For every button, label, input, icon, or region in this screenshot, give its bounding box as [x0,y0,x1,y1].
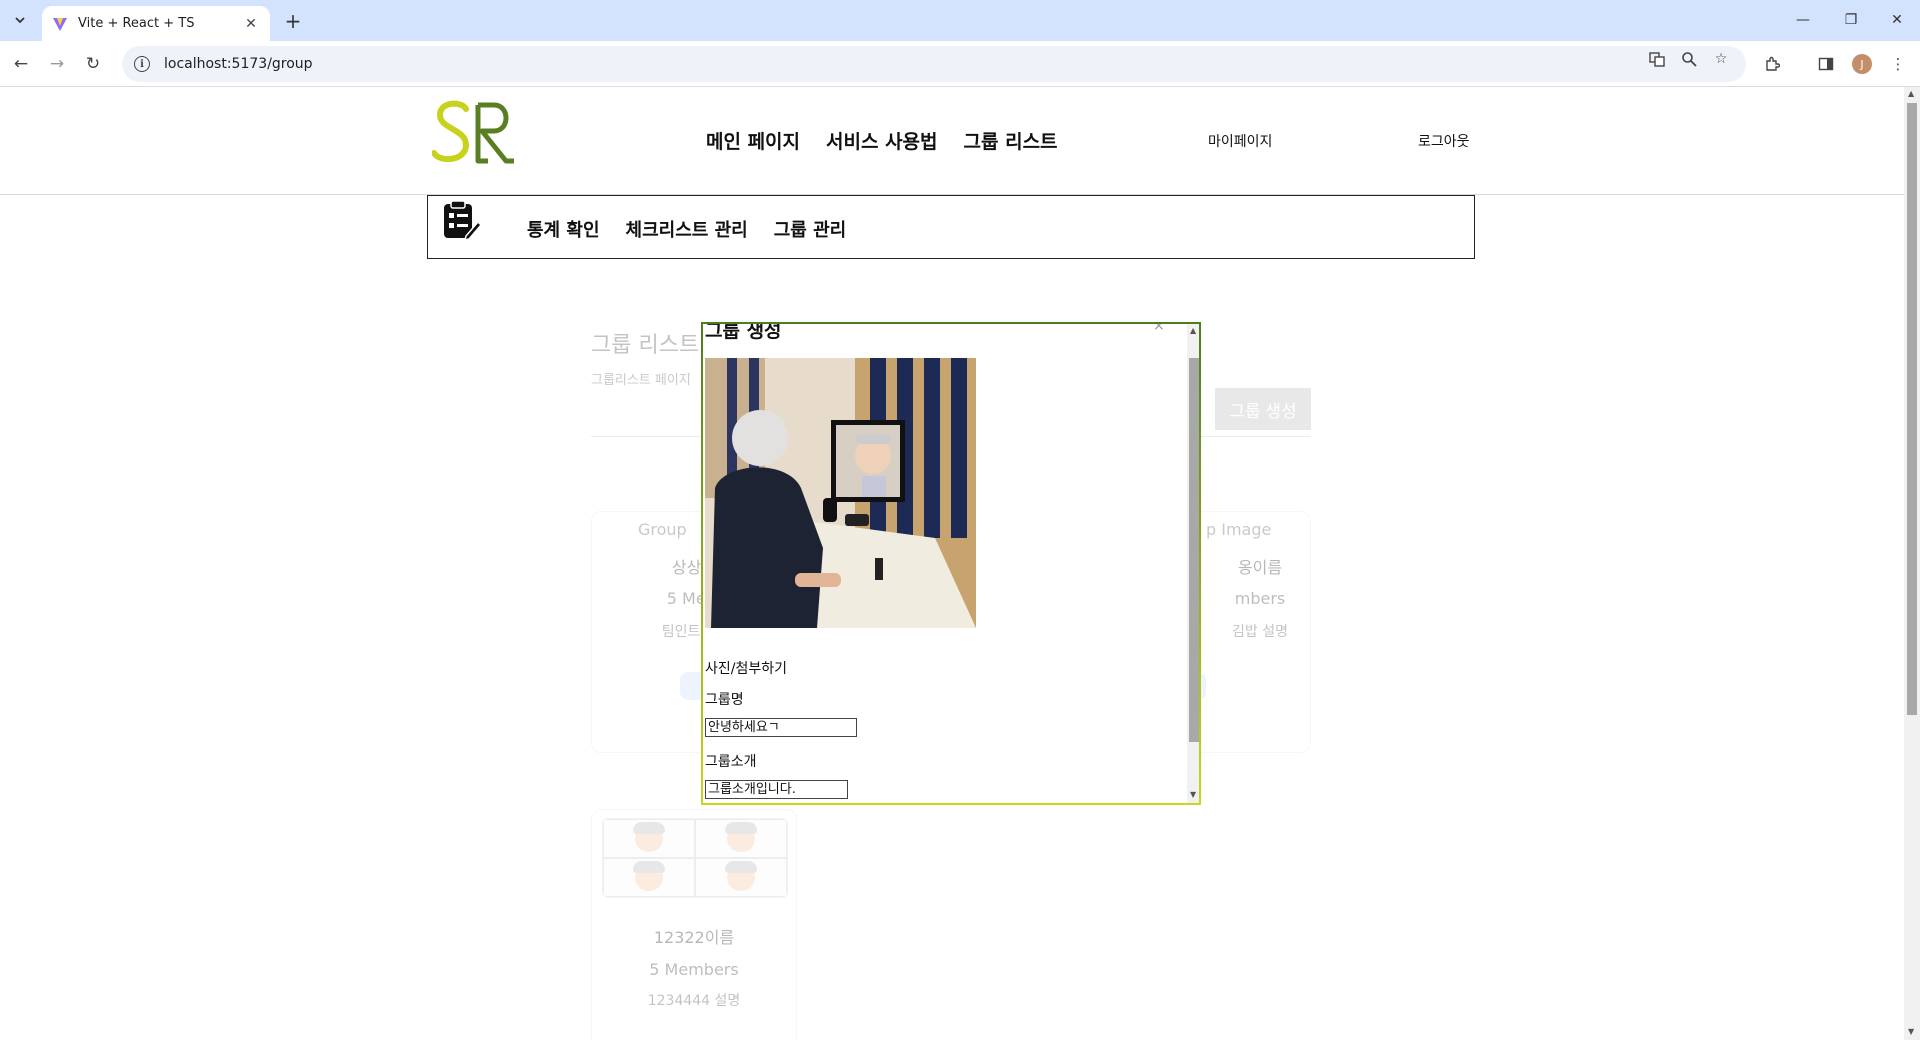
scroll-up-icon[interactable]: ▲ [1190,326,1196,335]
modal-close-icon[interactable]: × [1153,324,1165,334]
translate-icon[interactable] [1648,50,1666,68]
page-viewport: 메인 페이지 서비스 사용법 그룹 리스트 마이페이지 로그아웃 통계 확인 체… [0,87,1904,1040]
reload-icon[interactable]: ↻ [80,51,106,77]
zoom-icon[interactable] [1680,50,1698,68]
group-intro-label: 그룹소개 [705,754,757,770]
tab-title: Vite + React + TS [78,16,195,31]
new-tab-icon[interactable]: + [280,8,306,34]
vite-logo-icon [53,17,67,31]
page-scroll-thumb[interactable] [1907,103,1917,715]
scroll-down-icon[interactable]: ▼ [1190,790,1196,799]
sr-logo[interactable] [432,99,516,167]
group-image-alt: p Image [1206,520,1272,539]
browser-tab[interactable]: Vite + React + TS ✕ [42,6,270,41]
modal-title: 그룹 생성 [705,324,782,342]
tab-search-chevron-icon[interactable] [8,8,32,32]
group-intro-input[interactable]: 그룹소개입니다. [705,780,848,799]
member-avatar [603,858,695,897]
extensions-icon[interactable] [1762,54,1782,74]
group-card[interactable]: 12322이름 5 Members 1234444 설명 [591,809,797,1040]
subnav-group-manage[interactable]: 그룹 관리 [774,216,847,242]
url-text[interactable]: localhost:5173/group [164,56,313,72]
browser-tab-bar: Vite + React + TS ✕ + — ❐ ✕ [0,0,1920,41]
mypage-link[interactable]: 마이페이지 [1208,131,1272,151]
bookmark-star-icon[interactable]: ☆ [1712,50,1730,68]
page-subtitle: 그룹리스트 페이지 [591,373,691,388]
member-avatar [603,819,695,858]
address-bar[interactable]: i localhost:5173/group [122,46,1746,82]
create-group-modal: 그룹 생성 × 사진/첨부하기 그룹명 안녕하세요ㄱ 그룹소개 그룹소개입니다.… [701,322,1201,805]
logout-link[interactable]: 로그아웃 [1418,131,1470,151]
group-desc: 1234444 설명 [647,993,741,1009]
group-name: 12322이름 [653,928,735,947]
profile-avatar[interactable]: J [1852,54,1872,74]
page-scroll-down-icon[interactable]: ▼ [1908,1027,1914,1036]
minimize-icon[interactable]: — [1780,6,1826,34]
modal-scrollbar[interactable]: ▲ ▼ [1187,324,1199,803]
restore-icon[interactable]: ❐ [1828,6,1874,34]
nav-group-list[interactable]: 그룹 리스트 [964,127,1058,154]
site-info-icon[interactable]: i [134,56,150,72]
sub-nav-items: 통계 확인 체크리스트 관리 그룹 관리 [527,216,846,242]
member-avatar-collage [602,818,788,898]
subnav-statistics[interactable]: 통계 확인 [527,216,600,242]
tab-close-icon[interactable]: ✕ [242,15,260,33]
browser-toolbar: ← → ↻ i localhost:5173/group ☆ J ⋮ [0,41,1920,87]
page-scrollbar[interactable]: ▲ ▼ [1904,87,1920,1040]
menu-kebab-icon[interactable]: ⋮ [1888,54,1908,74]
back-icon[interactable]: ← [8,51,34,77]
member-avatar [695,858,787,897]
subnav-checklist[interactable]: 체크리스트 관리 [626,216,748,242]
forward-icon[interactable]: → [44,51,70,77]
group-image-alt: Group [638,520,687,539]
modal-scroll-thumb[interactable] [1189,358,1199,742]
member-avatar [695,819,787,858]
group-name-input[interactable]: 안녕하세요ㄱ [705,718,857,737]
window-close-icon[interactable]: ✕ [1874,6,1920,34]
page-title: 그룹 리스트 [591,333,700,358]
main-nav: 메인 페이지 서비스 사용법 그룹 리스트 [706,127,1058,154]
modal-content: 그룹 생성 × 사진/첨부하기 그룹명 안녕하세요ㄱ 그룹소개 그룹소개입니다. [703,324,1187,803]
nav-main-page[interactable]: 메인 페이지 [706,127,800,154]
create-group-button[interactable]: 그룹 생성 [1215,388,1311,430]
checklist-clipboard-icon [444,200,482,242]
nav-service-guide[interactable]: 서비스 사용법 [826,127,938,154]
sub-nav: 통계 확인 체크리스트 관리 그룹 관리 [427,195,1475,259]
side-panel-icon[interactable] [1816,54,1836,74]
group-name-label: 그룹명 [705,692,744,708]
uploaded-group-photo[interactable] [705,358,976,628]
page-scroll-up-icon[interactable]: ▲ [1908,89,1914,98]
attach-photo-label[interactable]: 사진/첨부하기 [705,658,787,678]
site-header: 메인 페이지 서비스 사용법 그룹 리스트 마이페이지 로그아웃 [0,87,1904,195]
group-members: 5 Members [649,960,739,979]
